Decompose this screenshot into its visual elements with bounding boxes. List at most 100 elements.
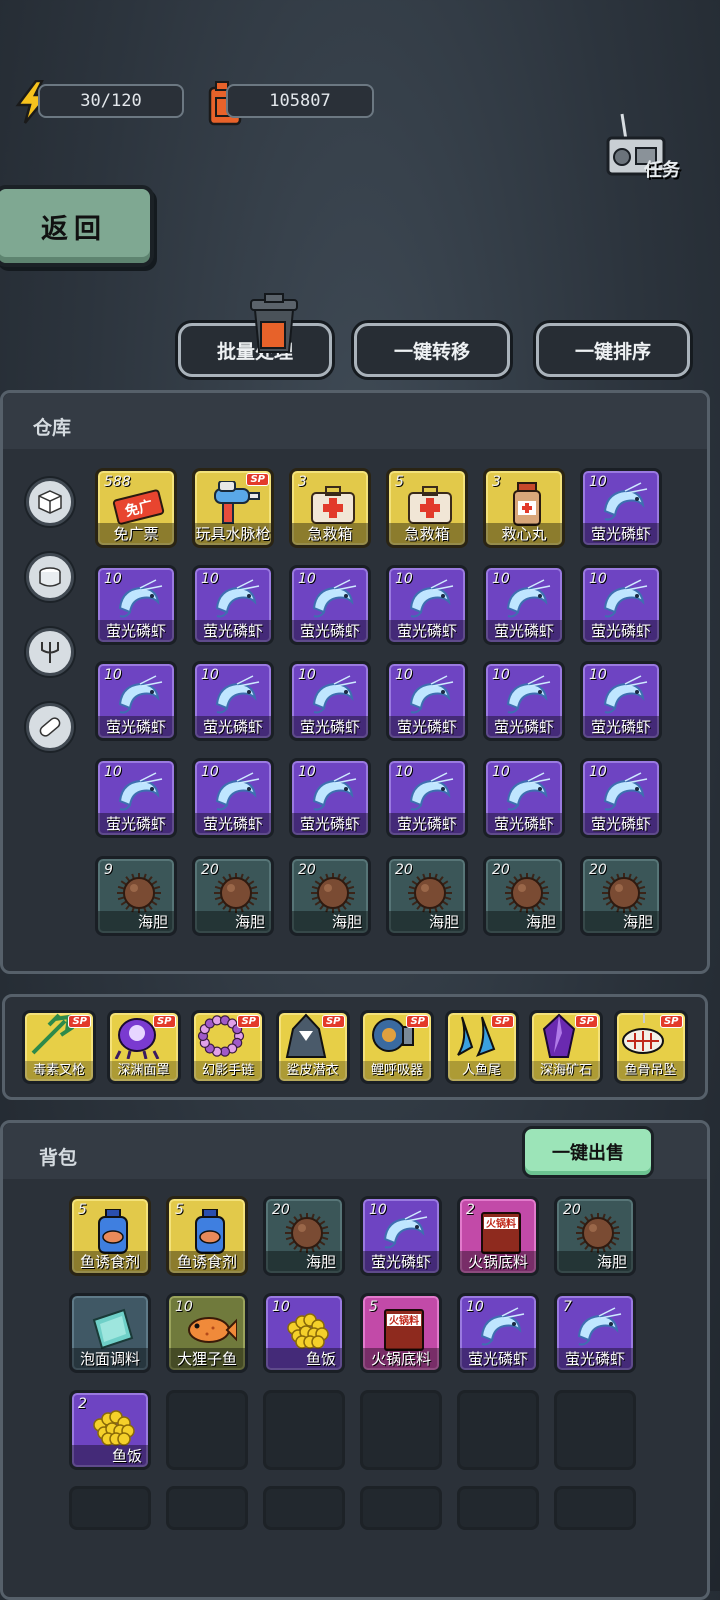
backpack-item[interactable]: 10 鱼饭 <box>263 1293 345 1373</box>
task-radio-button[interactable]: 任务 <box>604 112 690 186</box>
item-count: 10 <box>104 571 122 587</box>
backpack-item[interactable]: 5 鱼诱食剂 <box>69 1196 151 1276</box>
backpack-item[interactable]: 2 鱼饭 <box>69 1390 151 1470</box>
warehouse-item[interactable]: 10 萤光磷虾 <box>386 565 468 645</box>
warehouse-item[interactable]: 20 海胆 <box>289 856 371 936</box>
equipment-slot[interactable]: SP 人鱼尾 <box>444 1010 519 1084</box>
category-pill-button[interactable] <box>26 703 74 751</box>
warehouse-item[interactable]: 10 萤光磷虾 <box>386 758 468 838</box>
warehouse-item[interactable]: 10 萤光磷虾 <box>192 758 274 838</box>
backpack-item[interactable]: 20 海胆 <box>263 1196 345 1276</box>
warehouse-item[interactable]: 10 萤光磷虾 <box>580 565 662 645</box>
empty-slot[interactable] <box>360 1486 442 1530</box>
category-box-button[interactable] <box>26 478 74 526</box>
item-label: 萤光磷虾 <box>292 620 368 642</box>
item-label: 萤光磷虾 <box>486 620 562 642</box>
warehouse-item[interactable]: 10 萤光磷虾 <box>192 565 274 645</box>
sp-badge: SP <box>659 1015 683 1028</box>
sp-badge: SP <box>237 1015 260 1028</box>
backpack-item[interactable]: 泡面调料 <box>69 1293 151 1373</box>
warehouse-item[interactable]: 3 急救箱 <box>289 468 371 548</box>
warehouse-item[interactable]: 免广 588 免广票 <box>95 468 177 548</box>
equipment-slot[interactable]: SP 深海矿石 <box>529 1010 603 1084</box>
warehouse-item[interactable]: 9 海胆 <box>95 856 177 936</box>
equipment-slot[interactable]: SP 深渊面罩 <box>106 1010 181 1084</box>
warehouse-item[interactable]: 10 萤光磷虾 <box>289 661 371 741</box>
sort-all-button[interactable]: 一键排序 <box>536 323 690 377</box>
svg-text:火锅料: 火锅料 <box>389 1314 419 1327</box>
empty-slot[interactable] <box>69 1486 151 1530</box>
empty-slot[interactable] <box>554 1486 636 1530</box>
empty-slot[interactable] <box>166 1486 248 1530</box>
empty-slot[interactable] <box>263 1390 345 1470</box>
equipment-slot[interactable]: SP 毒素叉枪 <box>22 1010 96 1084</box>
item-count: 20 <box>298 862 316 878</box>
backpack-item[interactable]: 火锅料 2 火锅底料 <box>457 1196 539 1276</box>
back-button[interactable]: 返回 <box>0 185 154 267</box>
equipment-slot[interactable]: SP 鲨皮潜衣 <box>275 1010 350 1084</box>
warehouse-item[interactable]: 10 萤光磷虾 <box>289 758 371 838</box>
backpack-item[interactable]: 10 大狸子鱼 <box>166 1293 248 1373</box>
equipment-slot[interactable]: SP 鱼骨吊坠 <box>613 1010 688 1084</box>
item-label: 海胆 <box>557 1251 633 1273</box>
warehouse-item[interactable]: 10 萤光磷虾 <box>483 661 565 741</box>
warehouse-item[interactable]: 10 萤光磷虾 <box>483 565 565 645</box>
item-count: 10 <box>201 764 219 780</box>
fuel-counter: 105807 <box>226 84 374 118</box>
warehouse-item[interactable]: 10 萤光磷虾 <box>289 565 371 645</box>
category-trident-button[interactable] <box>26 628 74 676</box>
item-label: 海胆 <box>292 911 368 933</box>
item-count: 2 <box>78 1396 87 1412</box>
warehouse-item[interactable]: 10 萤光磷虾 <box>580 758 662 838</box>
backpack-item[interactable]: 10 萤光磷虾 <box>457 1293 539 1373</box>
equipment-slot[interactable]: SP 幻影手链 <box>191 1010 265 1084</box>
warehouse-item[interactable]: 20 海胆 <box>386 856 468 936</box>
warehouse-item[interactable]: 10 萤光磷虾 <box>580 661 662 741</box>
warehouse-item[interactable]: 3 救心丸 <box>483 468 565 548</box>
warehouse-item[interactable]: 20 海胆 <box>580 856 662 936</box>
warehouse-item[interactable]: 10 萤光磷虾 <box>95 565 177 645</box>
empty-slot[interactable] <box>263 1486 345 1530</box>
trash-can-icon <box>249 292 299 358</box>
warehouse-item[interactable]: 5 急救箱 <box>386 468 468 548</box>
item-count: 3 <box>298 474 307 490</box>
backpack-item[interactable]: 5 鱼诱食剂 <box>166 1196 248 1276</box>
medkit-icon <box>403 481 457 527</box>
sp-badge: SP <box>575 1015 598 1028</box>
equipment-label: 幻影手链 <box>194 1061 262 1081</box>
item-label: 救心丸 <box>486 523 562 545</box>
sell-all-button[interactable]: 一键出售 <box>522 1126 654 1178</box>
backpack-item[interactable]: 10 萤光磷虾 <box>360 1196 442 1276</box>
item-label: 鱼饭 <box>72 1445 148 1467</box>
warehouse-item[interactable]: 10 萤光磷虾 <box>192 661 274 741</box>
category-can-button[interactable] <box>26 553 74 601</box>
equipment-slot[interactable]: SP 鲤呼吸器 <box>360 1010 434 1084</box>
warehouse-item[interactable]: 10 萤光磷虾 <box>483 758 565 838</box>
equipment-label: 鱼骨吊坠 <box>616 1061 685 1081</box>
empty-slot[interactable] <box>457 1486 539 1530</box>
empty-slot[interactable] <box>166 1390 248 1470</box>
warehouse-item[interactable]: 10 萤光磷虾 <box>386 661 468 741</box>
warehouse-title: 仓库 <box>33 417 72 439</box>
warehouse-item[interactable]: 20 海胆 <box>192 856 274 936</box>
item-count: 20 <box>563 1202 581 1218</box>
equipment-label: 人鱼尾 <box>447 1061 516 1081</box>
item-label: 萤光磷虾 <box>363 1251 439 1273</box>
warehouse-item[interactable]: 20 海胆 <box>483 856 565 936</box>
warehouse-item[interactable]: 10 萤光磷虾 <box>580 468 662 548</box>
backpack-item[interactable]: 火锅料 5 火锅底料 <box>360 1293 442 1373</box>
fish-rice-icon <box>86 1403 140 1449</box>
warehouse-item[interactable]: 10 萤光磷虾 <box>95 758 177 838</box>
empty-slot[interactable] <box>457 1390 539 1470</box>
empty-slot[interactable] <box>360 1390 442 1470</box>
empty-slot[interactable] <box>554 1390 636 1470</box>
equipment-label: 毒素叉枪 <box>25 1061 93 1081</box>
backpack-item[interactable]: 7 萤光磷虾 <box>554 1293 636 1373</box>
warehouse-item[interactable]: SP 玩具水脉枪 <box>192 468 274 548</box>
transfer-all-button[interactable]: 一键转移 <box>354 323 510 377</box>
equipment-label: 鲤呼吸器 <box>363 1061 431 1081</box>
backpack-item[interactable]: 20 海胆 <box>554 1196 636 1276</box>
warehouse-item[interactable]: 10 萤光磷虾 <box>95 661 177 741</box>
pill-icon <box>39 717 61 737</box>
item-label: 萤光磷虾 <box>460 1348 536 1370</box>
